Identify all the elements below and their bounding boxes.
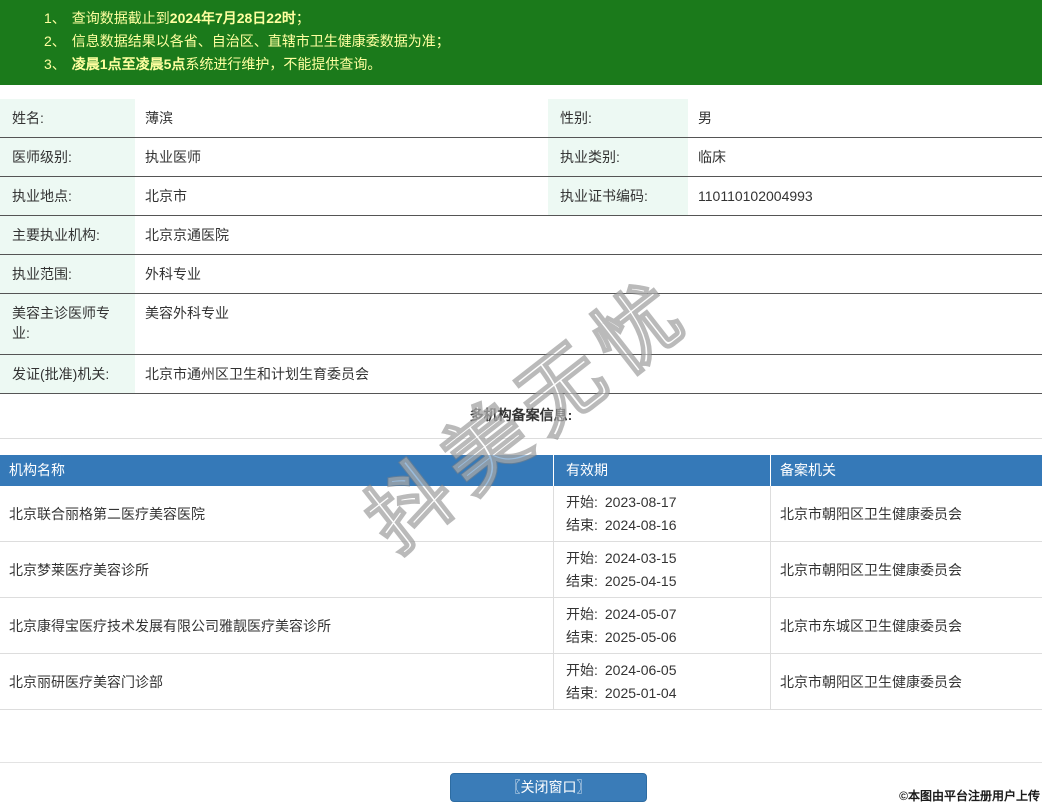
issuing-authority-label: 发证(批准)机关: xyxy=(0,355,135,393)
notice-line-2: 2、 信息数据结果以各省、自治区、直辖市卫生健康委数据为准； xyxy=(44,30,1022,53)
profile-row-cosmetic-specialty: 美容主诊医师专业: 美容外科专业 xyxy=(0,294,1042,355)
org-name: 北京康得宝医疗技术发展有限公司雅靓医疗美容诊所 xyxy=(9,617,331,634)
notice-number: 3、 xyxy=(44,56,66,72)
profile-row-main-institution: 主要执业机构: 北京京通医院 xyxy=(0,216,1042,255)
filing-table-header: 机构名称 有效期 备案机关 xyxy=(0,455,1042,486)
filing-authority: 北京市朝阳区卫生健康委员会 xyxy=(770,542,1042,597)
end-date: 2024-08-16 xyxy=(604,516,677,533)
multi-institution-section-title: 多机构备案信息: xyxy=(469,407,573,423)
start-date: 2023-08-17 xyxy=(604,493,677,510)
practice-category-value: 临床 xyxy=(698,149,726,165)
doctor-level-value: 执业医师 xyxy=(145,149,201,165)
start-label: 开始: xyxy=(566,493,598,510)
validity-period: 开始: 2024-06-05 结束: 2025-01-04 xyxy=(553,654,770,709)
filing-row-4: 北京丽研医疗美容门诊部 开始: 2024-06-05 结束: 2025-01-04 … xyxy=(0,654,1042,710)
notice-text: 查询数据截止到 xyxy=(71,10,170,26)
cosmetic-specialty-label: 美容主诊医师专业: xyxy=(0,294,135,354)
certificate-number-label: 执业证书编码: xyxy=(548,177,688,215)
end-date-line: 结束: 2025-04-15 xyxy=(566,570,677,593)
end-date-line: 结束: 2025-01-04 xyxy=(566,682,677,705)
profile-row-practice-scope: 执业范围: 外科专业 xyxy=(0,255,1042,294)
practice-location-value: 北京市 xyxy=(145,188,187,204)
close-window-button[interactable]: 〖关闭窗口〗 xyxy=(450,773,647,802)
practice-scope-label: 执业范围: xyxy=(0,255,135,293)
end-date: 2025-05-06 xyxy=(604,628,677,645)
notice-line-3: 3、 凌晨1点至凌晨5点系统进行维护，不能提供查询。 xyxy=(44,53,1022,76)
start-date-line: 开始: 2024-03-15 xyxy=(566,547,677,570)
filing-authority: 北京市朝阳区卫生健康委员会 xyxy=(770,654,1042,709)
end-label: 结束: xyxy=(566,684,598,701)
org-name: 北京梦莱医疗美容诊所 xyxy=(9,561,149,578)
end-label: 结束: xyxy=(566,628,598,645)
validity-period: 开始: 2024-05-07 结束: 2025-05-06 xyxy=(553,598,770,653)
end-label: 结束: xyxy=(566,572,598,589)
start-date-line: 开始: 2023-08-17 xyxy=(566,491,677,514)
start-date: 2024-05-07 xyxy=(604,605,677,622)
section-divider xyxy=(0,438,1042,439)
footer-divider xyxy=(0,762,1042,763)
filing-row-1: 北京联合丽格第二医疗美容医院 开始: 2023-08-17 结束: 2024-08-… xyxy=(0,486,1042,542)
practice-location-label: 执业地点: xyxy=(0,177,135,215)
name-value: 薄滨 xyxy=(145,110,173,126)
filing-row-3: 北京康得宝医疗技术发展有限公司雅靓医疗美容诊所 开始: 2024-05-07 结束… xyxy=(0,598,1042,654)
filing-authority: 北京市东城区卫生健康委员会 xyxy=(770,598,1042,653)
notice-line-1: 1、 查询数据截止到2024年7月28日22时； xyxy=(44,7,1022,30)
end-label: 结束: xyxy=(566,516,598,533)
notice-text: 系统进行维护，不能提供查询。 xyxy=(185,56,382,72)
practice-scope-value: 外科专业 xyxy=(145,266,201,282)
filing-table: 机构名称 有效期 备案机关 北京联合丽格第二医疗美容医院 开始: 2023-08-… xyxy=(0,455,1042,710)
notice-number: 2、 xyxy=(44,33,66,49)
start-label: 开始: xyxy=(566,605,598,622)
start-date-line: 开始: 2024-05-07 xyxy=(566,603,677,626)
profile-row-name-gender: 姓名: 薄滨 性别: 男 xyxy=(0,99,1042,138)
notice-text: ； xyxy=(295,10,310,26)
end-date: 2025-04-15 xyxy=(604,572,677,589)
org-name: 北京联合丽格第二医疗美容医院 xyxy=(9,505,205,522)
header-validity-period: 有效期 xyxy=(553,455,770,486)
notice-number: 1、 xyxy=(44,10,66,26)
end-date-line: 结束: 2025-05-06 xyxy=(566,626,677,649)
filing-row-2: 北京梦莱医疗美容诊所 开始: 2024-03-15 结束: 2025-04-15 北… xyxy=(0,542,1042,598)
validity-period: 开始: 2023-08-17 结束: 2024-08-16 xyxy=(553,486,770,541)
end-date-line: 结束: 2024-08-16 xyxy=(566,514,677,537)
profile-row-issuing-authority: 发证(批准)机关: 北京市通州区卫生和计划生育委员会 xyxy=(0,355,1042,394)
filing-authority: 北京市朝阳区卫生健康委员会 xyxy=(770,486,1042,541)
validity-period: 开始: 2024-03-15 结束: 2025-04-15 xyxy=(553,542,770,597)
start-date: 2024-06-05 xyxy=(604,661,677,678)
profile-row-level-category: 医师级别: 执业医师 执业类别: 临床 xyxy=(0,138,1042,177)
issuing-authority-value: 北京市通州区卫生和计划生育委员会 xyxy=(145,366,369,382)
start-date-line: 开始: 2024-06-05 xyxy=(566,659,677,682)
start-date: 2024-03-15 xyxy=(604,549,677,566)
header-filing-authority: 备案机关 xyxy=(770,455,1042,486)
gender-label: 性别: xyxy=(548,99,688,137)
doctor-profile-table: 姓名: 薄滨 性别: 男 医师级别: 执业医师 执业类别: 临床 执业地点: 北… xyxy=(0,99,1042,394)
start-label: 开始: xyxy=(566,661,598,678)
org-name: 北京丽研医疗美容门诊部 xyxy=(9,673,163,690)
gender-value: 男 xyxy=(698,110,712,126)
notice-text-bold: 凌晨1点至凌晨5点 xyxy=(71,56,186,72)
copyright-watermark-text: ©本图由平台注册用户上传 xyxy=(899,789,1040,803)
certificate-number-value: 110110102004993 xyxy=(698,188,813,204)
doctor-level-label: 医师级别: xyxy=(0,138,135,176)
practice-category-label: 执业类别: xyxy=(548,138,688,176)
header-org-name: 机构名称 xyxy=(9,462,65,478)
cosmetic-specialty-value: 美容外科专业 xyxy=(145,305,229,321)
notice-text-bold: 2024年7月28日22时 xyxy=(169,10,296,26)
start-label: 开始: xyxy=(566,549,598,566)
name-label: 姓名: xyxy=(0,99,135,137)
notice-banner: 1、 查询数据截止到2024年7月28日22时； 2、 信息数据结果以各省、自治区、… xyxy=(0,0,1042,85)
end-date: 2025-01-04 xyxy=(604,684,677,701)
profile-row-location-certno: 执业地点: 北京市 执业证书编码: 110110102004993 xyxy=(0,177,1042,216)
main-institution-label: 主要执业机构: xyxy=(0,216,135,254)
notice-text: 信息数据结果以各省、自治区、直辖市卫生健康委数据为准； xyxy=(71,33,450,49)
main-institution-value: 北京京通医院 xyxy=(145,227,229,243)
